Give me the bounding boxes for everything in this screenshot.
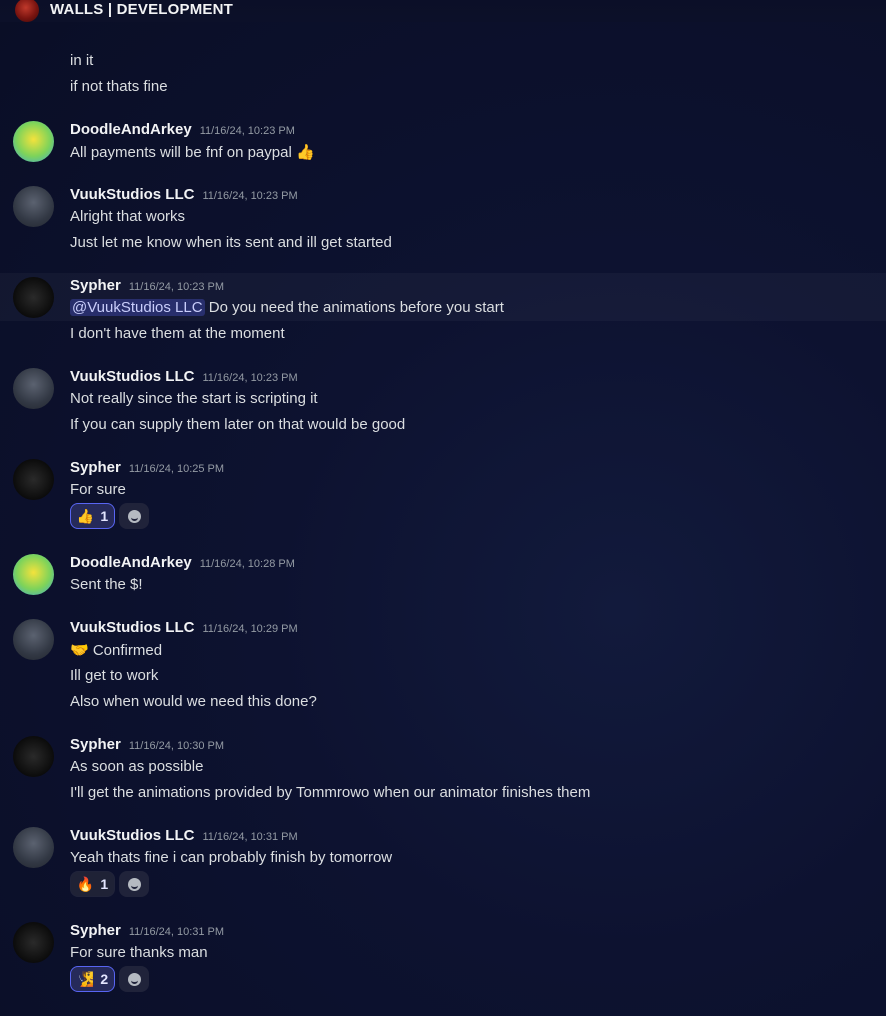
message-line: Also when would we need this done? <box>70 693 317 710</box>
message-line: Ill get to work <box>70 667 159 684</box>
smiley-icon <box>127 509 141 523</box>
timestamp: 11/16/24, 10:28 PM <box>199 558 295 570</box>
message-header: DoodleAndArkey 11/16/24, 10:23 PM <box>70 121 295 138</box>
message-header: VuukStudios LLC 11/16/24, 10:29 PM <box>70 619 298 636</box>
avatar[interactable] <box>13 121 54 162</box>
avatar[interactable] <box>13 736 54 777</box>
reaction-count: 1 <box>100 508 109 524</box>
channel-header: WALLS | DEVELOPMENT <box>0 0 886 22</box>
author-name[interactable]: VuukStudios LLC <box>70 186 194 203</box>
author-name[interactable]: Sypher <box>70 277 121 294</box>
message-line: For sure <box>70 481 126 498</box>
deaf-person-icon: 🧏 <box>76 970 95 987</box>
message-header: Sypher 11/16/24, 10:23 PM <box>70 277 224 294</box>
server-icon[interactable] <box>15 0 39 22</box>
timestamp: 11/16/24, 10:29 PM <box>202 623 298 635</box>
message-header: DoodleAndArkey 11/16/24, 10:28 PM <box>70 554 295 571</box>
message-line: As soon as possible <box>70 758 204 775</box>
message-line: Yeah thats fine i can probably finish by… <box>70 849 393 866</box>
timestamp: 11/16/24, 10:23 PM <box>199 125 295 137</box>
avatar[interactable] <box>13 368 54 409</box>
avatar[interactable] <box>13 827 54 868</box>
message-text: Do you need the animations before you st… <box>208 299 504 316</box>
message-line: Just let me know when its sent and ill g… <box>70 234 392 251</box>
reaction-chip[interactable]: 🔥 1 <box>70 871 115 897</box>
message-line: if not thats fine <box>70 78 168 95</box>
avatar[interactable] <box>13 186 54 227</box>
reaction-count: 2 <box>100 971 109 987</box>
smiley-icon <box>127 877 141 891</box>
timestamp: 11/16/24, 10:31 PM <box>128 926 225 938</box>
timestamp: 11/16/24, 10:25 PM <box>128 463 225 475</box>
message-line: @VuukStudios LLC Do you need the animati… <box>70 299 504 316</box>
reaction-chip[interactable]: 🧏 2 <box>70 966 115 992</box>
timestamp: 11/16/24, 10:23 PM <box>202 190 298 202</box>
timestamp: 11/16/24, 10:30 PM <box>128 740 225 752</box>
avatar[interactable] <box>13 459 54 500</box>
reaction-chip[interactable]: 👍 1 <box>70 503 115 529</box>
timestamp: 11/16/24, 10:31 PM <box>202 831 298 843</box>
author-name[interactable]: DoodleAndArkey <box>70 554 192 571</box>
message-line: I'll get the animations provided by Tomm… <box>70 784 591 801</box>
add-reaction-button[interactable] <box>119 503 149 529</box>
add-reaction-button[interactable] <box>119 966 149 992</box>
avatar[interactable] <box>13 277 54 318</box>
fire-icon: 🔥 <box>76 875 95 892</box>
message-line: Sent the $! <box>70 576 143 593</box>
author-name[interactable]: VuukStudios LLC <box>70 368 194 385</box>
server-title: WALLS | DEVELOPMENT <box>50 1 234 18</box>
reaction-count: 1 <box>100 876 109 892</box>
message-line: in it <box>70 52 94 69</box>
message-header: VuukStudios LLC 11/16/24, 10:23 PM <box>70 186 298 203</box>
avatar[interactable] <box>13 922 54 963</box>
message-header: Sypher 11/16/24, 10:31 PM <box>70 922 224 939</box>
author-name[interactable]: Sypher <box>70 922 121 939</box>
author-name[interactable]: Sypher <box>70 736 121 753</box>
author-name[interactable]: VuukStudios LLC <box>70 619 194 636</box>
smiley-icon <box>127 972 141 986</box>
message-line: All payments will be fnf on paypal 👍 <box>70 144 315 161</box>
timestamp: 11/16/24, 10:23 PM <box>128 281 225 293</box>
thumbs-up-icon: 👍 <box>76 507 95 524</box>
message-header: VuukStudios LLC 11/16/24, 10:31 PM <box>70 827 298 844</box>
message-line: I don't have them at the moment <box>70 325 285 342</box>
avatar[interactable] <box>13 554 54 595</box>
user-mention[interactable]: @VuukStudios LLC <box>70 299 205 316</box>
message-header: VuukStudios LLC 11/16/24, 10:23 PM <box>70 368 298 385</box>
timestamp: 11/16/24, 10:23 PM <box>202 372 298 384</box>
message-header: Sypher 11/16/24, 10:30 PM <box>70 736 224 753</box>
message-line: If you can supply them later on that wou… <box>70 416 406 433</box>
author-name[interactable]: VuukStudios LLC <box>70 827 194 844</box>
author-name[interactable]: Sypher <box>70 459 121 476</box>
message-line: Not really since the start is scripting … <box>70 390 318 407</box>
avatar[interactable] <box>13 619 54 660</box>
author-name[interactable]: DoodleAndArkey <box>70 121 192 138</box>
add-reaction-button[interactable] <box>119 871 149 897</box>
message-header: Sypher 11/16/24, 10:25 PM <box>70 459 224 476</box>
message-line: Alright that works <box>70 208 186 225</box>
message-line: 🤝 Confirmed <box>70 642 163 659</box>
message-line: For sure thanks man <box>70 944 208 961</box>
